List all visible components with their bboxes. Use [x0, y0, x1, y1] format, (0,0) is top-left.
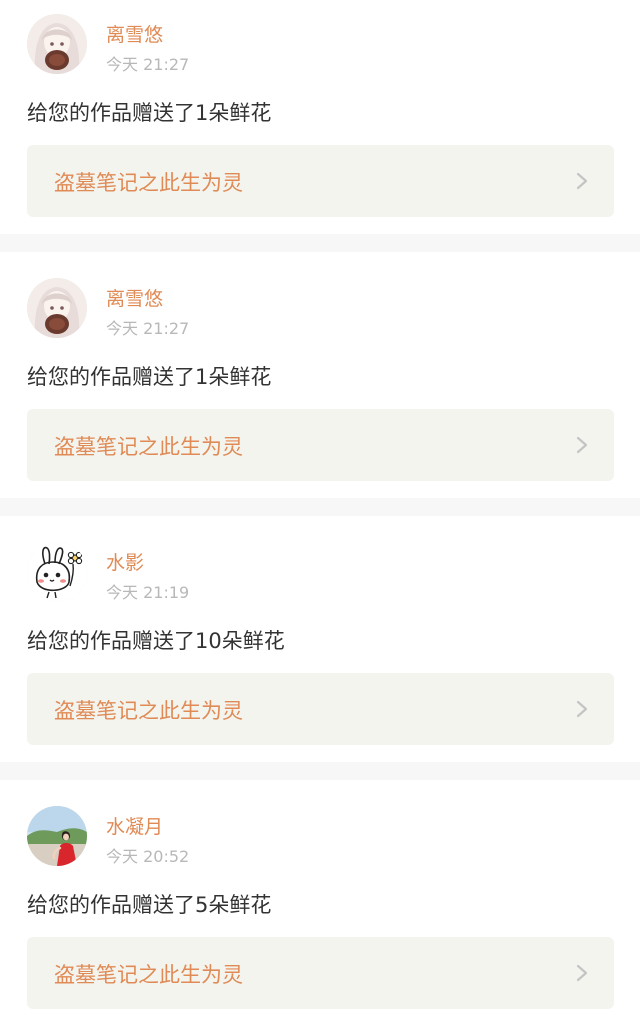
username[interactable]: 离雪悠: [106, 20, 163, 47]
username[interactable]: 水凝月: [106, 812, 163, 839]
notification-feed: 离雪悠 今天 21:27 给您的作品赠送了1朵鲜花 盗墓笔记之此生为灵 离雪悠: [0, 0, 640, 1020]
chevron-right-icon: [576, 964, 588, 982]
username[interactable]: 水影: [106, 548, 144, 575]
cartoon-rabbit-avatar-icon: [27, 542, 87, 602]
user-avatar[interactable]: [27, 542, 87, 602]
timestamp: 今天 21:27: [106, 55, 190, 74]
username[interactable]: 离雪悠: [106, 284, 163, 311]
gift-message: 给您的作品赠送了10朵鲜花: [27, 629, 285, 653]
anime-girl-avatar-icon: [27, 278, 87, 338]
user-avatar[interactable]: [27, 14, 87, 74]
work-title: 盗墓笔记之此生为灵: [54, 171, 243, 195]
photo-red-dress-avatar-icon: [27, 806, 87, 866]
work-title: 盗墓笔记之此生为灵: [54, 699, 243, 723]
work-link-button[interactable]: 盗墓笔记之此生为灵: [27, 409, 614, 481]
work-link-button[interactable]: 盗墓笔记之此生为灵: [27, 673, 614, 745]
work-title: 盗墓笔记之此生为灵: [54, 435, 243, 459]
chevron-right-icon: [576, 700, 588, 718]
timestamp: 今天 21:27: [106, 319, 190, 338]
timestamp: 今天 20:52: [106, 847, 190, 866]
work-title: 盗墓笔记之此生为灵: [54, 963, 243, 987]
gift-message: 给您的作品赠送了1朵鲜花: [27, 101, 272, 125]
user-avatar[interactable]: [27, 278, 87, 338]
notification-card: 水影 今天 21:19 给您的作品赠送了10朵鲜花 盗墓笔记之此生为灵: [0, 516, 640, 762]
work-link-button[interactable]: 盗墓笔记之此生为灵: [27, 937, 614, 1009]
user-avatar[interactable]: [27, 806, 87, 866]
timestamp: 今天 21:19: [106, 583, 190, 602]
anime-girl-avatar-icon: [27, 14, 87, 74]
notification-card: 离雪悠 今天 21:27 给您的作品赠送了1朵鲜花 盗墓笔记之此生为灵: [0, 252, 640, 498]
gift-message: 给您的作品赠送了5朵鲜花: [27, 893, 272, 917]
work-link-button[interactable]: 盗墓笔记之此生为灵: [27, 145, 614, 217]
chevron-right-icon: [576, 436, 588, 454]
gift-message: 给您的作品赠送了1朵鲜花: [27, 365, 272, 389]
chevron-right-icon: [576, 172, 588, 190]
notification-card: 水凝月 今天 20:52 给您的作品赠送了5朵鲜花 盗墓笔记之此生为灵: [0, 780, 640, 1020]
notification-card: 离雪悠 今天 21:27 给您的作品赠送了1朵鲜花 盗墓笔记之此生为灵: [0, 0, 640, 234]
